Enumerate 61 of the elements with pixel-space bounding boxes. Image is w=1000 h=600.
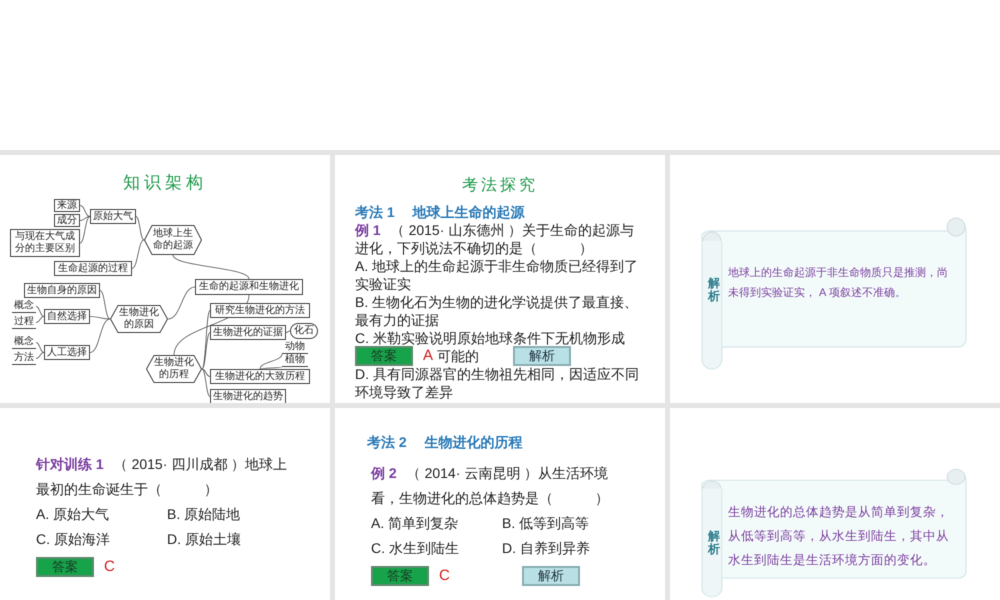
answer-button[interactable]: 答案 [36,557,94,578]
option-text: C. 原始海洋 [36,530,111,549]
mindmap-node: 自然选择 [44,309,90,324]
analysis-button[interactable]: 解析 [513,346,572,366]
branch-label: 方法 [12,352,36,365]
mindmap-node: 生物进化的趋势 [210,389,286,403]
analysis-button[interactable]: 解析 [522,566,580,586]
answer-button[interactable]: 答案 [355,346,413,366]
branch-label: 过程 [12,316,36,329]
answer-button[interactable]: 答案 [371,566,429,586]
section-heading: 考法 1 地球上生命的起源 [355,203,526,221]
mindmap-node: 生物进化的证据 [210,325,286,340]
option-text: C. 水生到陆生 [371,539,460,558]
option-text: B. 原始陆地 [167,505,242,524]
mindmap-node: 生物进化的历程 [146,355,202,383]
section-heading: 考法 2 生物进化的历程 [367,433,524,452]
analysis-text: 生物进化的总体趋势是从简单到复杂，从低等到高等，从水生到陆生，其中从水生到陆生是生活环境方面的变化。 [728,504,950,569]
slide-thumbnail[interactable]: 考法探究 考法 1 地球上生命的起源 例 1 （ 2015· 山东德州 ）关于生命的起源与进化，下列说法不确切的是（ ） A. 地球上的生命起源于非生命物质已经得到了实验证实 B. 生物化石为生物的进化学说提供了最直接、最有力的证据 C. 米勒实验说明原始地球条件下无机物形成 答案 A 可能的 解析 D. 具有同源器官的生物祖先相同，因适应不同环境导致了差异 [335,155,665,403]
mindmap-node: 生命起源的过程 [54,261,132,276]
option-text: D. 原始土壤 [167,530,242,549]
mindmap-node: 与现在大气成分的主要区别 [10,229,80,257]
branch-label: 植物 [282,354,308,367]
slide-title: 知识架构 [123,172,207,193]
answer-letter: C [439,566,450,586]
mindmap-node: 地球上生命的起源 [144,225,202,255]
option-text: A. 原始大气 [36,505,110,524]
branch-label: 概念 [12,300,36,313]
slide-title: 考法探究 [462,177,538,195]
mindmap-node: 原始大气 [90,209,136,224]
mindmap-node: 化石 [290,323,318,339]
option-text: B. 低等到高等 [502,514,590,533]
option-text: A. 简单到复杂 [371,514,460,533]
mindmap-node: 生物进化的大致历程 [210,369,310,384]
answer-letter: C [104,557,115,577]
branch-label: 概念 [12,336,36,349]
connector-line [286,330,290,333]
question-text: 例 2 （ 2014· 云南昆明 ）从生活环境看，生物进化的总体趋势是（ ） [371,464,610,508]
option-text: C. 米勒实验说明原始地球条件下无机物形成 [355,329,626,347]
mindmap-node: 成分 [54,214,80,227]
question-text: 例 1 （ 2015· 山东德州 ）关于生命的起源与进化，下列说法不确切的是（ ） [355,221,636,257]
question-text: 针对训练 1 （ 2015· 四川成都 ）地球上最初的生命诞生于（ ） [36,455,288,499]
mindmap-node: 研究生物进化的方法 [210,303,310,318]
mindmap-node: 生物自身的原因 [24,283,100,298]
mindmap-node: 来源 [54,199,80,212]
mindmap-node: 生物进化的原因 [110,305,168,333]
option-text: A. 地球上的生命起源于非生命物质已经得到了实验证实 [355,257,640,293]
slide-thumbnail[interactable]: 解析 生物进化的总体趋势是从简单到复杂，从低等到高等，从水生到陆生，其中从水生到陆生是生活环境方面的变化。 [670,408,1000,600]
analysis-label: 解析 [708,277,720,304]
analysis-text: 地球上的生命起源于非生命物质只是推测，尚未得到实验证实， A 项叙述不准确。 [728,266,949,302]
option-text: 可能的 [437,346,480,366]
option-text: B. 生物化石为生物的进化学说提供了最直接、最有力的证据 [355,293,640,329]
slide-thumbnail[interactable]: 针对训练 1 （ 2015· 四川成都 ）地球上最初的生命诞生于（ ） A. 原始大气 B. 原始陆地 C. 原始海洋 D. 原始土壤 答案 C [0,408,330,600]
slide-thumbnail[interactable]: 知识架构 生命的起源和生物进化 地球上生命的起源 原始大气 来源 成分 与现在大气成分的主要区别 生命起源的过程 生物自身的原因 生物进化的原因 自然选择 概念 过程 人工选择 概念 方法 研究生物进化的方法 生物进化的历程 生物进化的证据 化石 动物 植物 生物进化的大致历程 生物进化的趋势 [0,155,330,403]
answer-letter: A [423,346,434,366]
branch-label: 动物 [282,341,308,354]
mindmap-node: 生命的起源和生物进化 [195,279,303,295]
analysis-label: 解析 [708,530,720,556]
slide-thumbnail[interactable]: 考法 2 生物进化的历程 例 2 （ 2014· 云南昆明 ）从生活环境看，生物进化的总体趋势是（ ） A. 简单到复杂 B. 低等到高等 C. 水生到陆生 D. 自养到异养 答案 C 解析 [335,408,665,600]
mindmap-node: 人工选择 [44,345,90,360]
option-text: D. 具有同源器官的生物祖先相同，因适应不同环境导致了差异 [355,365,640,401]
option-text: D. 自养到异养 [502,539,591,558]
